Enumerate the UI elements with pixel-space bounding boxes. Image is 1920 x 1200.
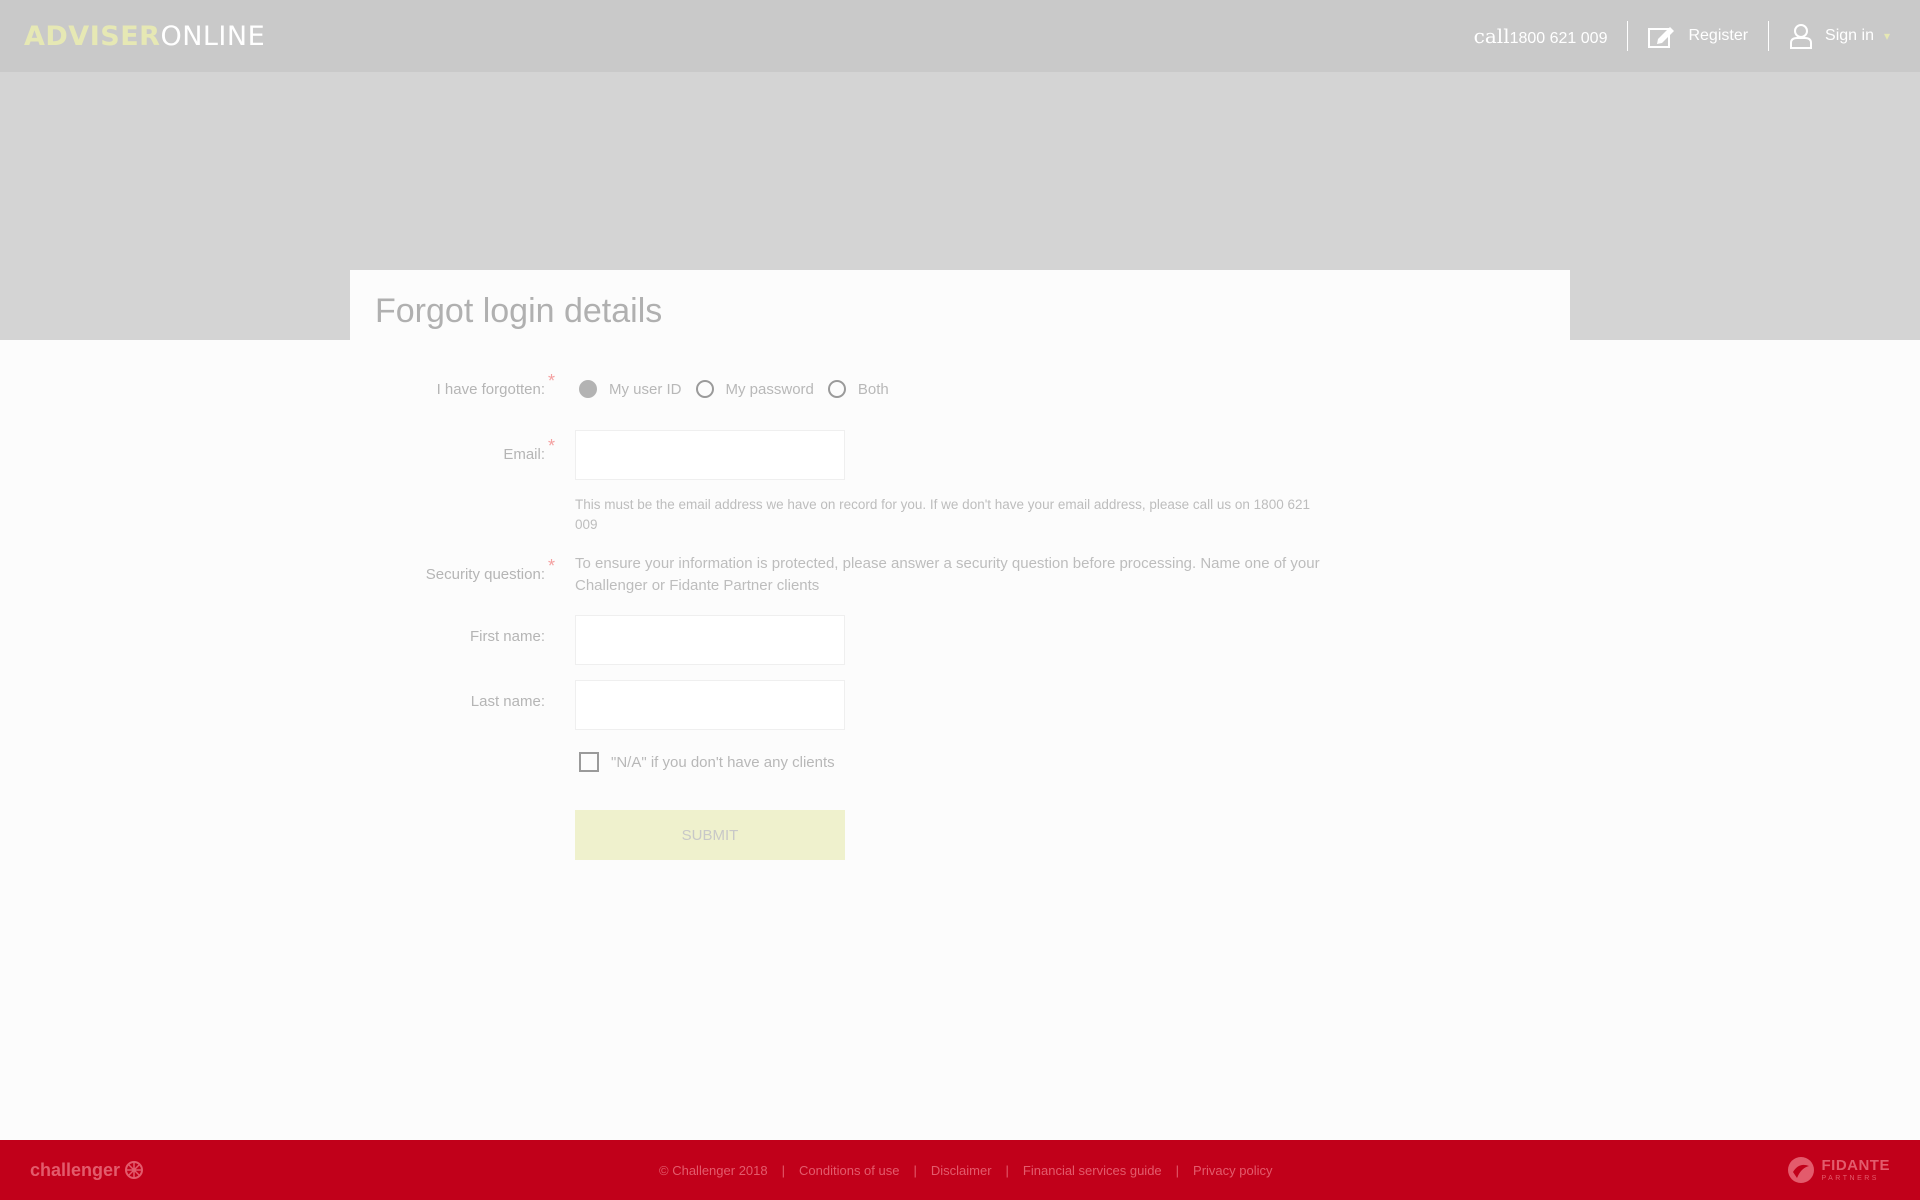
security-help-text: To ensure your information is protected,… [575, 555, 1320, 594]
forgotten-radio-group: My user ID My password Both [579, 380, 903, 398]
last-name-field[interactable] [575, 680, 845, 730]
radio-user-id[interactable]: My user ID [579, 380, 682, 398]
footer-separator: | [913, 1162, 917, 1178]
radio-label: Both [857, 380, 889, 398]
signin-label: Sign in [1825, 27, 1874, 44]
financial-services-guide-link[interactable]: Financial services guide [1023, 1163, 1162, 1178]
footer: challenger © Challenger 2018 | Condition… [0, 1140, 1920, 1200]
footer-separator: | [1005, 1162, 1009, 1178]
fidante-partners-logo[interactable]: FIDANTE PARTNERS [1787, 1156, 1890, 1184]
first-name-label: First name: [469, 628, 545, 645]
signin-dropdown[interactable]: Sign in ▾ [1769, 23, 1896, 49]
copyright-text: © Challenger 2018 [659, 1162, 768, 1178]
page-title: Forgot login details [375, 292, 663, 330]
required-marker: * [548, 556, 556, 576]
radio-label: My password [725, 380, 814, 398]
user-icon [1790, 24, 1813, 49]
na-checkbox[interactable] [579, 752, 599, 772]
fidante-emblem-icon [1788, 1157, 1815, 1183]
header-actions: call 1800 621 009 Register Sign in ▾ [1474, 0, 1896, 72]
register-label: Register [1688, 27, 1749, 44]
first-name-field[interactable] [575, 615, 845, 665]
top-header: ADVISER ONLINE call 1800 621 009 Registe… [0, 0, 1920, 72]
conditions-of-use-link[interactable]: Conditions of use [799, 1163, 899, 1178]
na-checkbox-row[interactable]: "N/A" if you don't have any clients [579, 752, 835, 772]
call-word: call [1473, 24, 1510, 48]
partners-text: PARTNERS [1821, 1175, 1879, 1182]
fidante-text: FIDANTE [1821, 1157, 1890, 1174]
required-marker: * [548, 436, 556, 456]
radio-label: My user ID [609, 380, 682, 398]
radio-button[interactable] [827, 380, 846, 398]
radio-button-checked[interactable] [579, 380, 597, 398]
challenger-emblem-icon [125, 1161, 144, 1179]
na-checkbox-label: "N/A" if you don't have any clients [611, 753, 835, 771]
disclaimer-link[interactable]: Disclaimer [931, 1163, 992, 1178]
logo-online-text: ONLINE [160, 20, 266, 52]
submit-button[interactable]: SUBMIT [575, 810, 845, 860]
edit-icon [1648, 27, 1675, 48]
footer-separator: | [781, 1162, 786, 1178]
radio-password[interactable]: My password [695, 380, 814, 398]
email-help-text: This must be the email address we have o… [575, 497, 1310, 532]
radio-both[interactable]: Both [827, 380, 889, 398]
logo-adviser-text: ADVISER [24, 20, 161, 52]
footer-links: © Challenger 2018 | Conditions of use | … [659, 1163, 1273, 1178]
forgotten-label: I have forgotten: [436, 381, 545, 398]
register-link[interactable]: Register [1628, 24, 1768, 48]
chevron-down-icon: ▾ [1883, 29, 1890, 43]
footer-separator: | [1175, 1162, 1180, 1178]
security-question-label: Security question: [425, 566, 545, 583]
challenger-logo-text: challenger [30, 1159, 121, 1180]
call-number-text: 1800 621 009 [1509, 30, 1608, 47]
forgot-login-card: Forgot login details I have forgotten: *… [350, 270, 1570, 970]
email-label: Email: [503, 446, 545, 463]
radio-button[interactable] [695, 380, 714, 398]
call-number[interactable]: call 1800 621 009 [1474, 24, 1628, 48]
email-field[interactable] [575, 430, 845, 480]
last-name-label: Last name: [470, 693, 545, 710]
privacy-policy-link[interactable]: Privacy policy [1193, 1163, 1272, 1178]
adviser-online-logo[interactable]: ADVISER ONLINE [24, 21, 265, 52]
challenger-logo[interactable]: challenger [30, 1160, 144, 1181]
required-marker: * [548, 371, 556, 391]
